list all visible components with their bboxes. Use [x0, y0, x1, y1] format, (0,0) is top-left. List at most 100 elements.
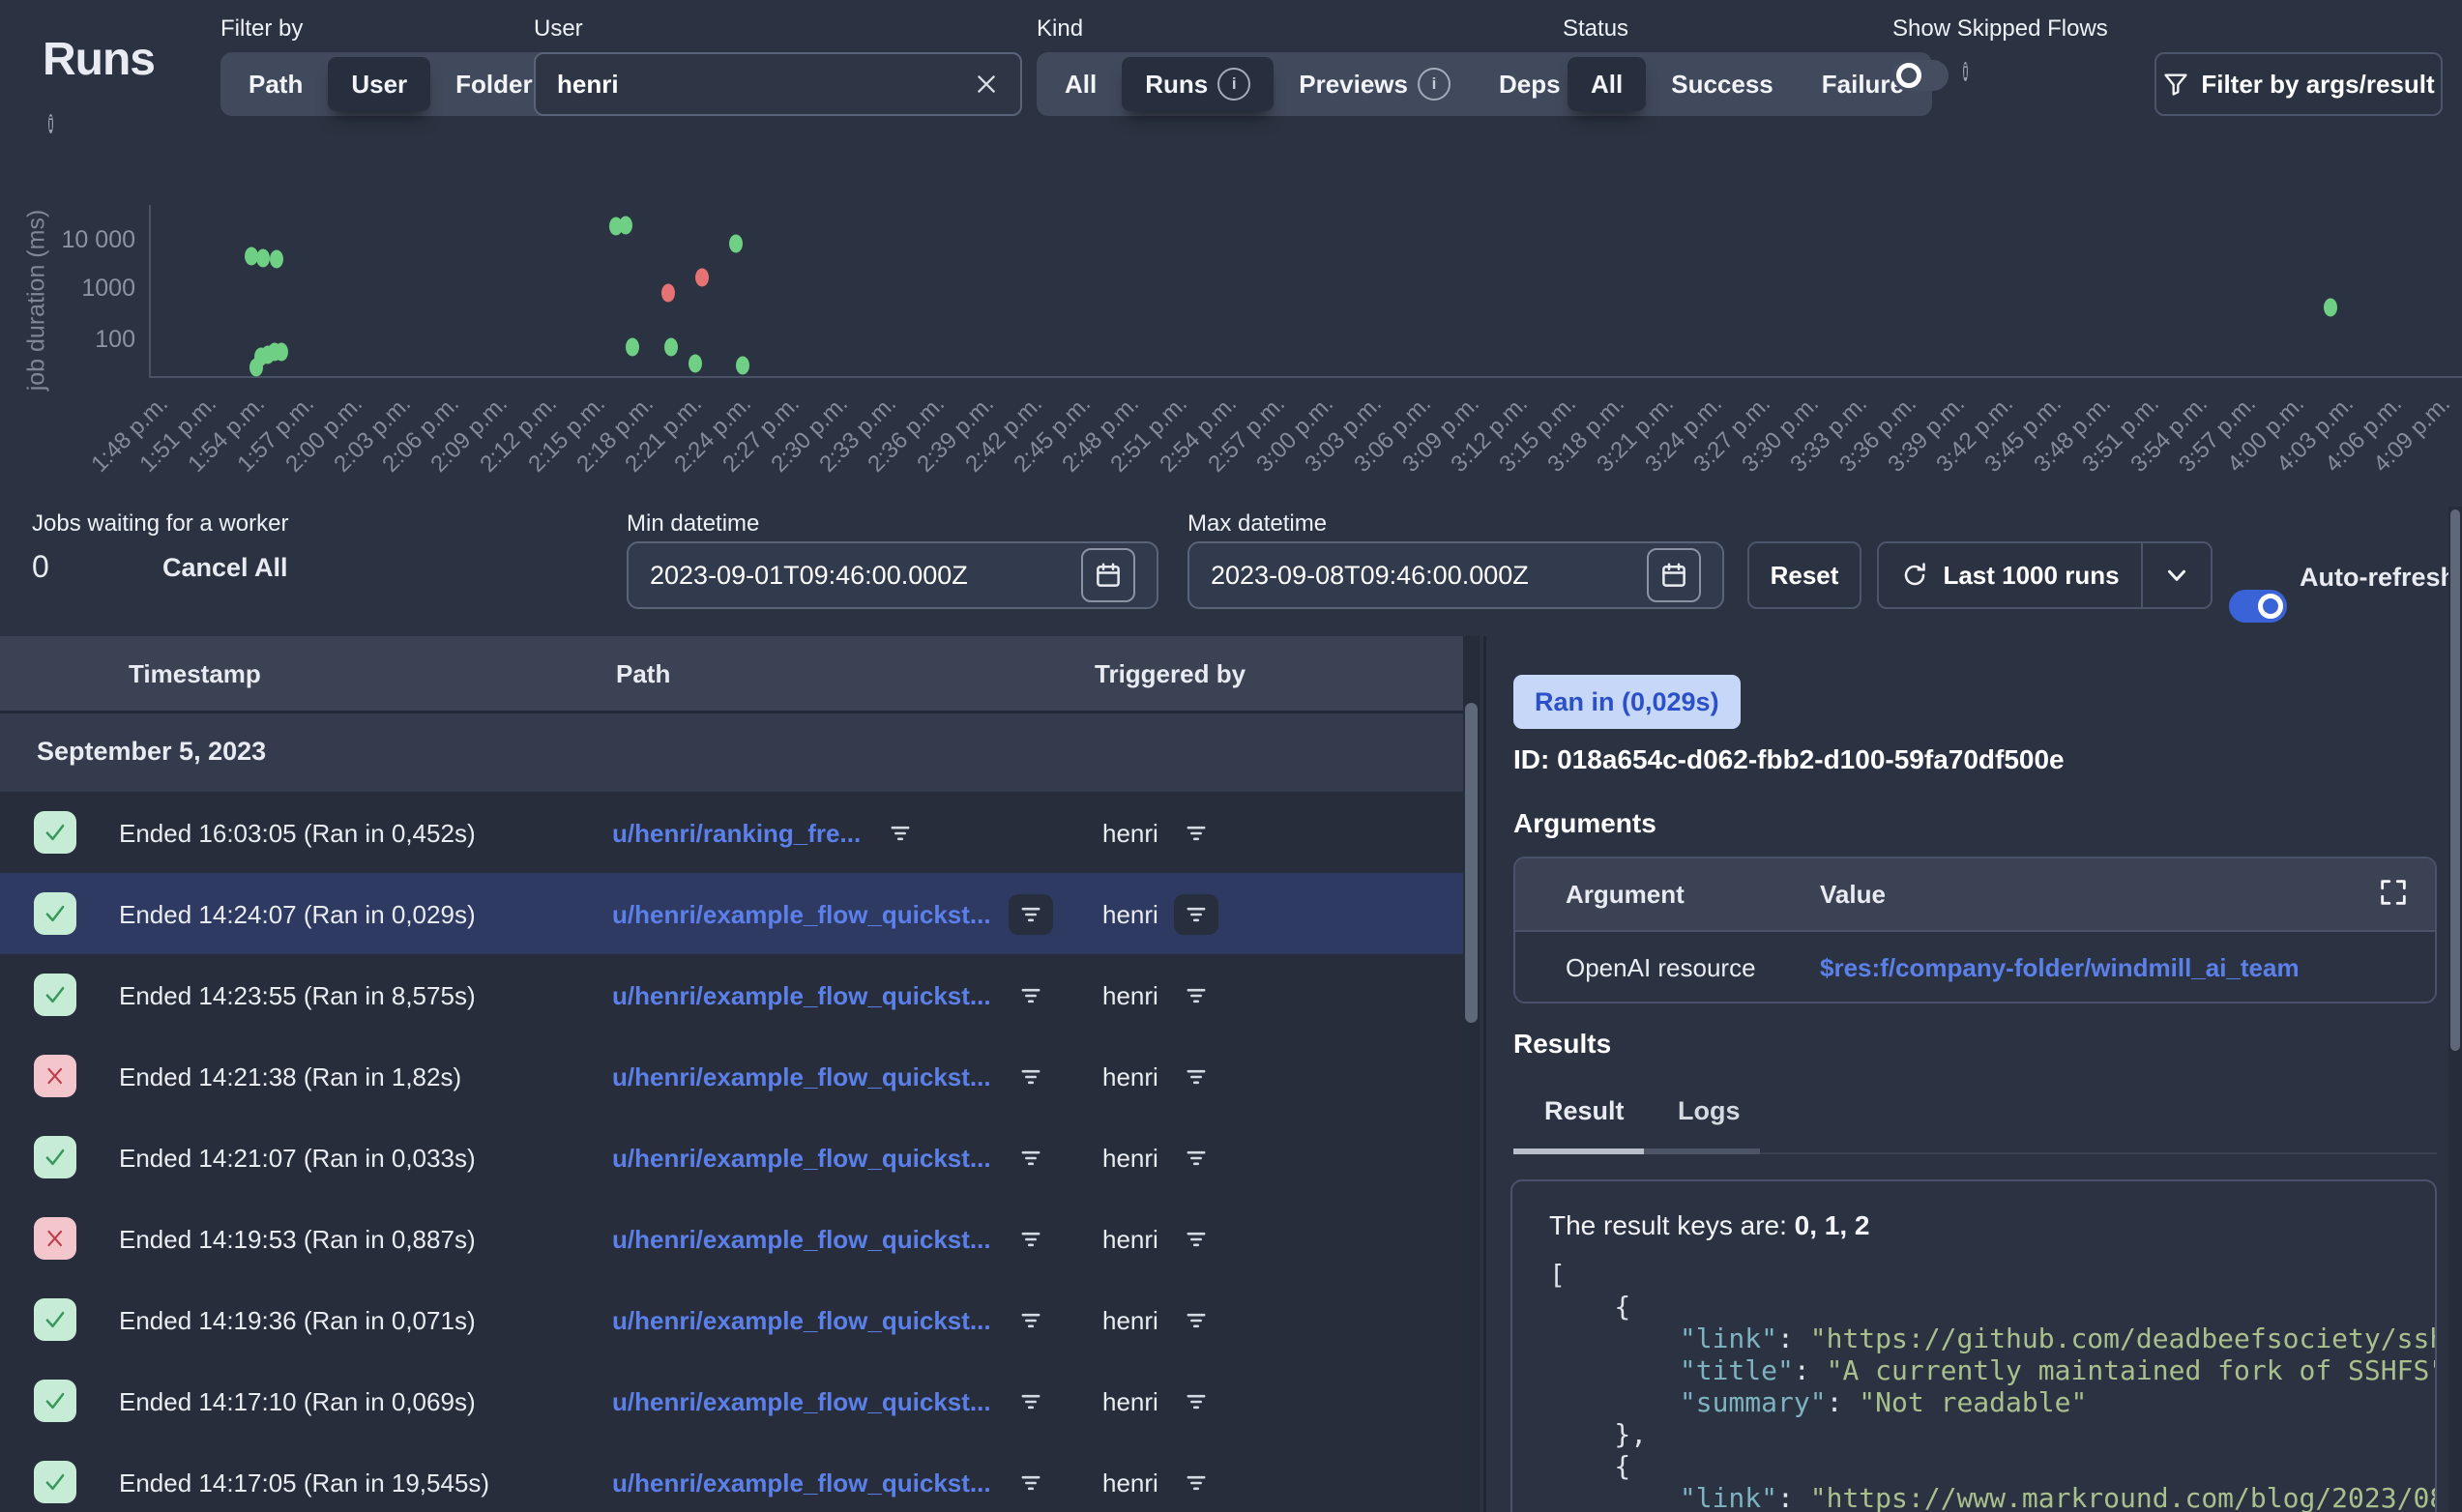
filter-by-path-icon[interactable] — [1009, 1057, 1053, 1097]
cross-icon — [43, 1063, 68, 1089]
auto-refresh-toggle[interactable] — [2229, 590, 2287, 623]
run-path-link[interactable]: u/henri/example_flow_quickst... — [612, 1306, 991, 1336]
check-icon — [41, 899, 70, 928]
scatter-point-success[interactable] — [736, 357, 749, 375]
tab-result[interactable]: Result — [1544, 1096, 1625, 1126]
table-scrollbar-thumb[interactable] — [1465, 703, 1478, 1023]
filter-by-user-icon[interactable] — [1174, 1138, 1218, 1178]
scatter-point-success[interactable] — [2324, 298, 2337, 316]
arg-col-value: Value — [1820, 880, 1886, 910]
filter-by-user-icon[interactable] — [1174, 1381, 1218, 1422]
scatter-point-success[interactable] — [270, 249, 283, 268]
check-icon — [41, 1305, 70, 1334]
filter-by-path-icon[interactable] — [1009, 1463, 1053, 1503]
table-row[interactable]: Ended 14:21:07 (Ran in 0,033s) u/henri/e… — [0, 1117, 1463, 1199]
kind-runs-option[interactable]: Runs i — [1122, 57, 1274, 111]
table-row[interactable]: Ended 14:21:38 (Ran in 1,82s) u/henri/ex… — [0, 1035, 1463, 1118]
table-row[interactable]: Ended 14:19:53 (Ran in 0,887s) u/henri/e… — [0, 1198, 1463, 1280]
table-row[interactable]: Ended 14:24:07 (Ran in 0,029s) u/henri/e… — [0, 873, 1463, 955]
user-filter-input[interactable]: henri — [534, 52, 1022, 116]
runs-info-icon[interactable]: i — [48, 114, 53, 134]
reset-button[interactable]: Reset — [1747, 541, 1861, 609]
filter-by-user-icon[interactable] — [1174, 813, 1218, 854]
panel-divider — [1483, 636, 1486, 1512]
run-path-link[interactable]: u/henri/example_flow_quickst... — [612, 900, 991, 930]
run-path-link[interactable]: u/henri/example_flow_quickst... — [612, 981, 991, 1011]
run-path-link[interactable]: u/henri/example_flow_quickst... — [612, 1225, 991, 1255]
filter-by-user-icon[interactable] — [1174, 1300, 1218, 1341]
filter-by-path-icon[interactable] — [1009, 975, 1053, 1016]
filter-by-user-icon[interactable] — [1174, 975, 1218, 1016]
run-timestamp: Ended 14:19:53 (Ran in 0,887s) — [119, 1225, 476, 1255]
show-skipped-info-icon[interactable]: i — [1963, 62, 1968, 82]
y-tick-1000: 1000 — [19, 275, 135, 303]
run-timestamp: Ended 14:21:07 (Ran in 0,033s) — [119, 1144, 476, 1174]
run-path-link[interactable]: u/henri/example_flow_quickst... — [612, 1468, 991, 1498]
filter-args-button[interactable]: Filter by args/result — [2154, 52, 2443, 116]
funnel-icon — [2162, 71, 2189, 98]
kind-runs-info-icon[interactable]: i — [1217, 68, 1250, 101]
max-datetime-label: Max datetime — [1187, 510, 1327, 538]
scatter-point-failure[interactable] — [695, 268, 709, 286]
kind-previews-info-icon[interactable]: i — [1418, 68, 1451, 101]
show-skipped-label: Show Skipped Flows — [1892, 15, 2108, 43]
filter-by-user-option[interactable]: User — [328, 57, 430, 111]
filter-by-path-icon[interactable] — [1009, 1381, 1053, 1422]
show-skipped-toggle[interactable] — [1892, 60, 1949, 91]
check-icon — [41, 1468, 70, 1497]
run-timestamp: Ended 16:03:05 (Ran in 0,452s) — [119, 819, 476, 849]
tab-logs[interactable]: Logs — [1678, 1096, 1741, 1126]
table-row[interactable]: Ended 14:19:36 (Ran in 0,071s) u/henri/e… — [0, 1279, 1463, 1361]
scatter-point-success[interactable] — [619, 216, 632, 234]
run-triggered-by: henri — [1102, 819, 1158, 849]
run-path-link[interactable]: u/henri/example_flow_quickst... — [612, 1062, 991, 1092]
scatter-point-success[interactable] — [689, 354, 702, 372]
scatter-point-success[interactable] — [275, 342, 288, 361]
expand-arguments-icon[interactable] — [2377, 876, 2410, 916]
max-datetime-input[interactable]: 2023-09-08T09:46:00.000Z — [1187, 541, 1724, 609]
kind-previews-option[interactable]: Previews i — [1275, 57, 1474, 111]
filter-by-user-icon[interactable] — [1174, 1057, 1218, 1097]
filter-by-user-icon[interactable] — [1174, 894, 1218, 935]
run-path-link[interactable]: u/henri/ranking_fre... — [612, 819, 861, 849]
filter-by-path-icon[interactable] — [1009, 894, 1053, 935]
scatter-point-success[interactable] — [626, 338, 639, 357]
run-path-link[interactable]: u/henri/example_flow_quickst... — [612, 1144, 991, 1174]
run-timestamp: Ended 14:19:36 (Ran in 0,071s) — [119, 1306, 476, 1336]
argument-value-link[interactable]: $res:f/company-folder/windmill_ai_team — [1820, 953, 2300, 983]
run-triggered-by: henri — [1102, 1225, 1158, 1255]
argument-name: OpenAI resource — [1566, 953, 1756, 983]
filter-by-path-icon[interactable] — [1009, 1300, 1053, 1341]
filter-by-path-icon[interactable] — [878, 813, 923, 854]
table-row[interactable]: Ended 14:23:55 (Ran in 8,575s) u/henri/e… — [0, 954, 1463, 1036]
kind-all-option[interactable]: All — [1041, 57, 1120, 111]
filter-by-path-icon[interactable] — [1009, 1219, 1053, 1260]
scatter-point-failure[interactable] — [661, 283, 675, 302]
runs-count-dropdown-chevron[interactable] — [2143, 561, 2211, 590]
table-row[interactable]: Ended 14:17:05 (Ran in 19,545s) u/henri/… — [0, 1441, 1463, 1512]
cancel-all-button[interactable]: Cancel All — [162, 553, 288, 583]
check-icon — [41, 980, 70, 1009]
filter-by-user-icon[interactable] — [1174, 1463, 1218, 1503]
jobs-waiting-label: Jobs waiting for a worker — [32, 510, 288, 538]
min-datetime-input[interactable]: 2023-09-01T09:46:00.000Z — [627, 541, 1158, 609]
table-row[interactable]: Ended 14:17:10 (Ran in 0,069s) u/henri/e… — [0, 1360, 1463, 1442]
results-title: Results — [1513, 1029, 1611, 1060]
page-scrollbar-thumb[interactable] — [2450, 509, 2460, 1051]
scatter-point-success[interactable] — [664, 337, 678, 356]
table-row[interactable]: Ended 16:03:05 (Ran in 0,452s) u/henri/r… — [0, 792, 1463, 874]
run-path-link[interactable]: u/henri/example_flow_quickst... — [612, 1387, 991, 1417]
scatter-point-success[interactable] — [729, 235, 743, 253]
min-datetime-calendar-icon[interactable] — [1081, 548, 1135, 602]
max-datetime-calendar-icon[interactable] — [1647, 548, 1701, 602]
status-all-option[interactable]: All — [1568, 57, 1646, 111]
filter-by-user-icon[interactable] — [1174, 1219, 1218, 1260]
scatter-point-success[interactable] — [256, 248, 270, 267]
check-icon — [41, 1143, 70, 1172]
filter-by-path-option[interactable]: Path — [225, 57, 326, 111]
clear-user-filter-icon[interactable] — [974, 72, 999, 97]
user-filter-value: henri — [557, 70, 974, 100]
reload-runs-button[interactable]: Last 1000 runs — [1879, 561, 2141, 591]
filter-by-path-icon[interactable] — [1009, 1138, 1053, 1178]
status-success-option[interactable]: Success — [1648, 57, 1797, 111]
